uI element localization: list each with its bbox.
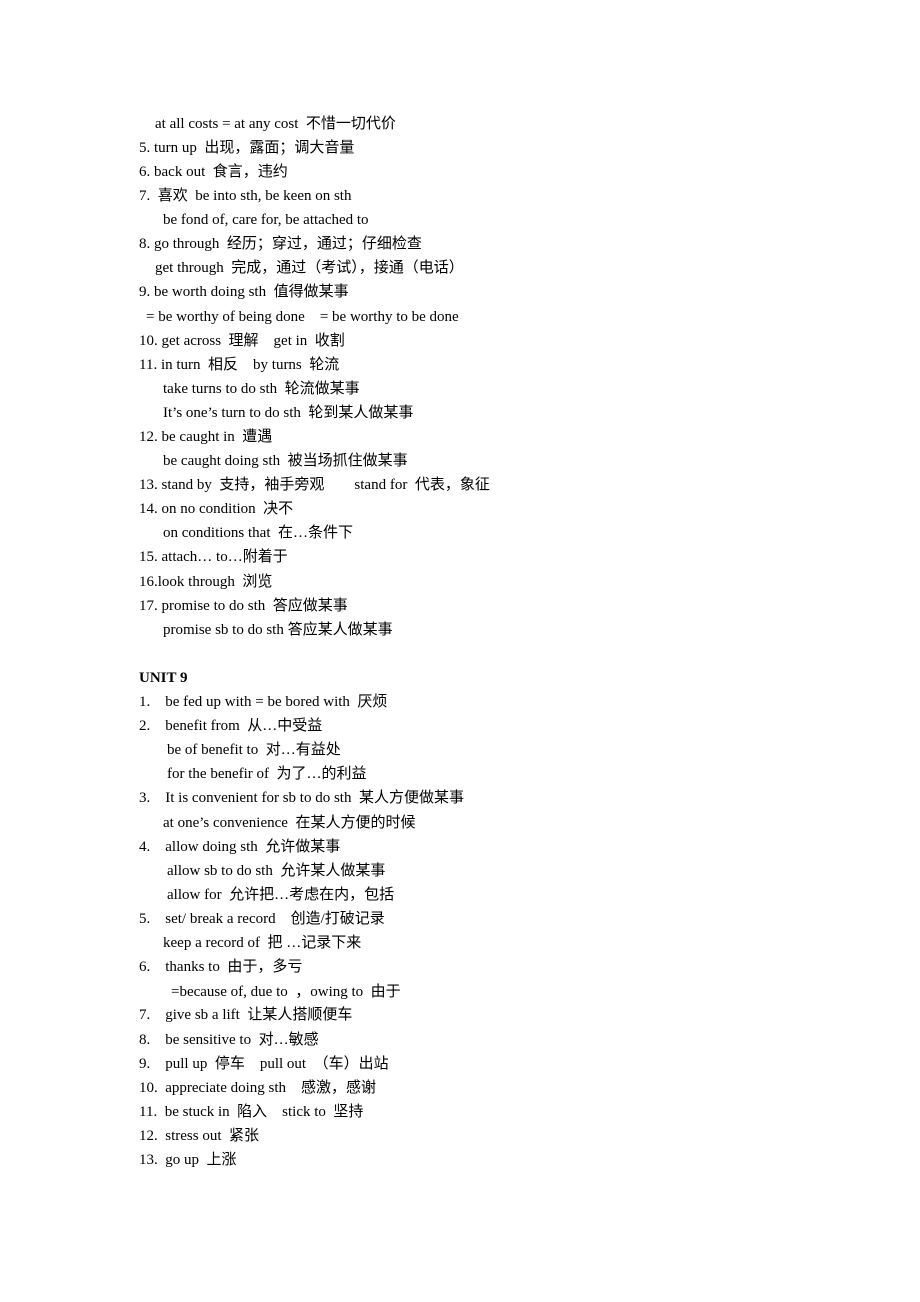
text-line: 3. It is convenient for sb to do sth 某人方…: [139, 790, 464, 806]
text-line: at one’s convenience 在某人方便的时候: [163, 815, 416, 831]
text-line: on conditions that 在…条件下: [163, 525, 353, 541]
text-line: 1. be fed up with = be bored with 厌烦: [139, 694, 388, 710]
document-page: at all costs = at any cost 不惜一切代价 5. tur…: [0, 0, 920, 1302]
text-line: promise sb to do sth 答应某人做某事: [163, 622, 393, 638]
text-line: 12. be caught in 遭遇: [139, 429, 273, 445]
text-line: 9. pull up 停车 pull out （车）出站: [139, 1056, 389, 1072]
text-line: =because of, due to ，owing to 由于: [171, 984, 401, 1000]
text-line: 7. 喜欢 be into sth, be keen on sth: [139, 188, 352, 204]
text-line: It’s one’s turn to do sth 轮到某人做某事: [163, 405, 414, 421]
text-line: allow sb to do sth 允许某人做某事: [167, 863, 386, 879]
text-line: 17. promise to do sth 答应做某事: [139, 598, 348, 614]
text-line: 5. set/ break a record 创造/打破记录: [139, 911, 385, 927]
text-line: 14. on no condition 决不: [139, 501, 294, 517]
text-line: 13. stand by 支持，袖手旁观 stand for 代表，象征: [139, 477, 490, 493]
text-line: get through 完成，通过（考试），接通（电话）: [155, 260, 464, 276]
section-heading: UNIT 9: [139, 670, 188, 686]
text-line: 9. be worth doing sth 值得做某事: [139, 284, 349, 300]
text-line: 12. stress out 紧张: [139, 1128, 260, 1144]
text-line: 16.look through 浏览: [139, 574, 273, 590]
text-line: take turns to do sth 轮流做某事: [163, 381, 360, 397]
text-line: 6. thanks to 由于，多亏: [139, 959, 303, 975]
text-line: 10. get across 理解 get in 收割: [139, 333, 345, 349]
text-line: 5. turn up 出现，露面；调大音量: [139, 140, 355, 156]
text-line: 11. in turn 相反 by turns 轮流: [139, 357, 340, 373]
text-line: 10. appreciate doing sth 感激，感谢: [139, 1080, 377, 1096]
text-line: keep a record of 把 …记录下来: [163, 935, 362, 951]
text-line: at all costs = at any cost 不惜一切代价: [155, 116, 396, 132]
text-line: 6. back out 食言，违约: [139, 164, 288, 180]
text-line: 15. attach… to…附着于: [139, 549, 288, 565]
text-line: be caught doing sth 被当场抓住做某事: [163, 453, 408, 469]
text-line: 8. be sensitive to 对…敏感: [139, 1032, 319, 1048]
text-line: 8. go through 经历；穿过，通过；仔细检查: [139, 236, 422, 252]
text-line: 7. give sb a lift 让某人搭顺便车: [139, 1007, 353, 1023]
text-line: 13. go up 上涨: [139, 1152, 237, 1168]
text-line: 4. allow doing sth 允许做某事: [139, 839, 341, 855]
text-line: for the benefir of 为了…的利益: [167, 766, 367, 782]
text-line: be of benefit to 对…有益处: [167, 742, 341, 758]
text-line: = be worthy of being done = be worthy to…: [146, 309, 459, 325]
text-line: 2. benefit from 从…中受益: [139, 718, 323, 734]
text-line: be fond of, care for, be attached to: [163, 212, 369, 228]
text-line: 11. be stuck in 陷入 stick to 坚持: [139, 1104, 364, 1120]
text-line: allow for 允许把…考虑在内，包括: [167, 887, 395, 903]
